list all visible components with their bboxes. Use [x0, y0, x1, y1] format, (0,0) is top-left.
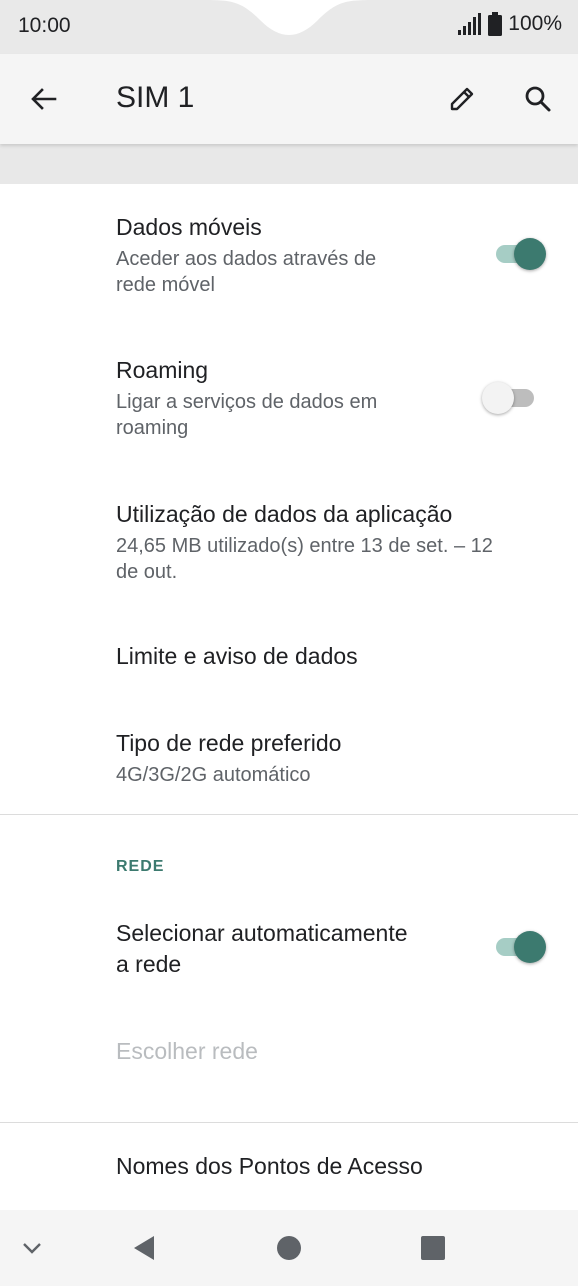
status-time: 10:00: [18, 14, 71, 37]
edit-button[interactable]: [438, 75, 486, 123]
battery-icon: [488, 12, 503, 36]
app-data-usage-subtitle-1: 24,65 MB utilizado(s) entre 13 de set. –…: [116, 535, 493, 557]
mobile-data-subtitle-2: rede móvel: [116, 274, 215, 296]
mobile-data-toggle[interactable]: [494, 236, 548, 272]
mobile-data-title: Dados móveis: [116, 214, 262, 240]
app-bar: SIM 1: [0, 54, 578, 144]
nav-collapse-button[interactable]: [8, 1224, 56, 1272]
app-data-usage-title: Utilização de dados da aplicação: [116, 501, 453, 527]
status-indicators: 100%: [456, 12, 562, 36]
toggle-thumb: [482, 382, 514, 414]
battery-percentage: 100%: [508, 12, 562, 35]
nav-recents-button[interactable]: [409, 1224, 457, 1272]
signal-icon: [458, 13, 482, 35]
nav-home-button[interactable]: [265, 1224, 313, 1272]
recents-square-icon: [421, 1236, 445, 1260]
choose-network-title: Escolher rede: [116, 1038, 258, 1064]
preferred-network-title: Tipo de rede preferido: [116, 730, 342, 756]
preferred-network-item[interactable]: Tipo de rede preferido 4G/3G/2G automáti…: [0, 700, 578, 814]
divider: [0, 814, 578, 815]
home-circle-icon: [277, 1236, 301, 1260]
header-spacer: [0, 144, 578, 184]
back-triangle-icon: [134, 1236, 154, 1260]
roaming-title: Roaming: [116, 357, 209, 383]
data-limit-item[interactable]: Limite e aviso de dados: [0, 612, 578, 700]
section-header-network: REDE: [116, 858, 165, 875]
apn-item[interactable]: Nomes dos Pontos de Acesso: [0, 1123, 578, 1209]
page-title: SIM 1: [116, 81, 195, 114]
navigation-bar: [0, 1210, 578, 1286]
search-icon: [525, 86, 551, 112]
roaming-toggle[interactable]: [482, 380, 536, 416]
pencil-icon: [450, 87, 474, 111]
data-limit-title: Limite e aviso de dados: [116, 643, 358, 669]
status-bar: 10:00 100%: [0, 0, 578, 54]
nav-back-button[interactable]: [120, 1224, 168, 1272]
app-data-usage-subtitle-2: de out.: [116, 561, 178, 583]
camera-notch: [200, 0, 378, 35]
auto-select-toggle[interactable]: [494, 929, 548, 965]
toggle-thumb: [514, 238, 546, 270]
mobile-data-subtitle-1: Aceder aos dados através de: [116, 248, 377, 270]
choose-network-item: Escolher rede: [0, 1006, 578, 1122]
roaming-subtitle-2: roaming: [116, 417, 189, 439]
auto-select-title-1: Selecionar automaticamente: [116, 920, 408, 946]
mobile-data-item[interactable]: Dados móveis Aceder aos dados através de…: [0, 184, 578, 328]
toggle-thumb: [514, 931, 546, 963]
chevron-down-icon: [23, 1243, 41, 1254]
roaming-item[interactable]: Roaming Ligar a serviços de dados em roa…: [0, 328, 578, 472]
screen: 10:00 100% SIM 1 Dados móveis Aceder aos…: [0, 0, 578, 1286]
app-data-usage-item[interactable]: Utilização de dados da aplicação 24,65 M…: [0, 472, 578, 612]
apn-title: Nomes dos Pontos de Acesso: [116, 1153, 423, 1179]
preferred-network-subtitle: 4G/3G/2G automático: [116, 764, 311, 786]
auto-select-network-item[interactable]: Selecionar automaticamente a rede: [0, 896, 578, 1006]
auto-select-title-2: a rede: [116, 951, 182, 977]
roaming-subtitle-1: Ligar a serviços de dados em: [116, 391, 378, 413]
back-arrow-icon: [31, 88, 57, 110]
back-button[interactable]: [20, 75, 68, 123]
search-button[interactable]: [514, 75, 562, 123]
